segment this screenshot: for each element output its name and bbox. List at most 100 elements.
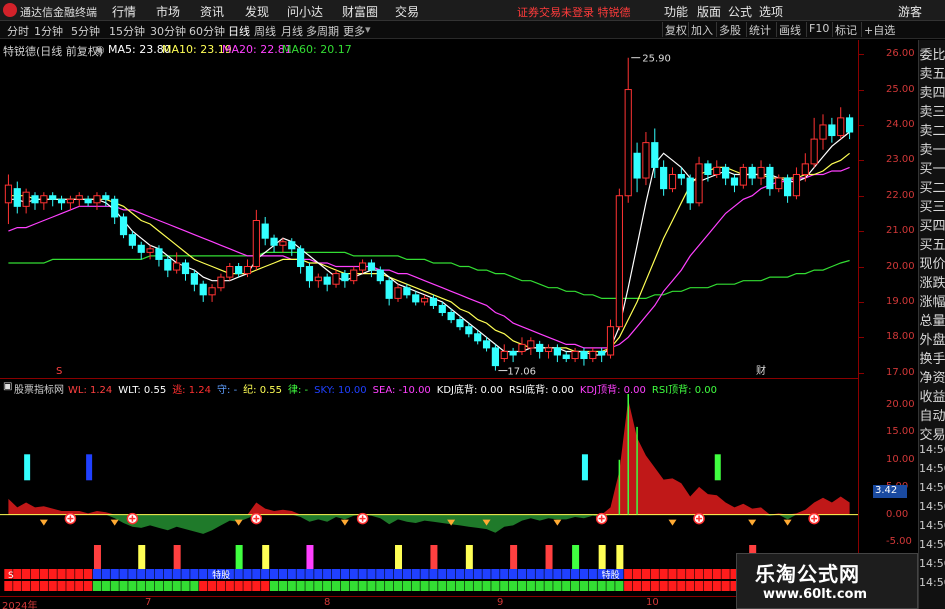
side-panel-item[interactable]: 涨跌 [919,272,945,291]
side-panel-item[interactable]: 14:50 [919,557,945,570]
candle-body [261,223,269,239]
price-tick-mark [859,54,864,56]
price-tick: 25.00 [886,83,915,95]
price-tick-mark [859,301,864,303]
adjust-button[interactable]: 复权 [662,22,689,37]
candle-body [810,138,818,165]
period-daily[interactable]: 日线 [228,23,250,39]
candle-body [580,350,588,360]
candlestick-chart[interactable]: 25.90 17.06 财 S [0,40,858,378]
sub-toggle-icon[interactable]: ▣ [3,381,12,392]
side-panel-item[interactable]: 14:50 [919,443,945,456]
multi-stock-button[interactable]: 多股 [716,22,743,37]
add-favorite-button[interactable]: +自选 [861,22,897,37]
add-button[interactable]: 加入 [688,22,715,37]
period-60min[interactable]: 60分钟 [189,23,225,39]
candle-body [358,262,367,271]
period-toolbar: 分时 1分钟 5分钟 15分钟 30分钟 60分钟 日线 周线 月线 多周期 更… [0,21,945,39]
candle-body [792,173,801,197]
draw-line-button[interactable]: 画线 [776,22,803,37]
period-multi[interactable]: 多周期 [306,23,339,39]
side-panel-item[interactable]: 14:50 [919,481,945,494]
side-panel-item[interactable]: 卖五 [919,63,945,82]
candle-body [757,166,765,179]
more-chevron-icon[interactable]: ▾ [365,23,371,36]
candle-body [394,287,402,299]
period-30min[interactable]: 30分钟 [150,23,186,39]
login-warning[interactable]: 证券交易未登录 特锐德 [517,4,631,20]
menu-function[interactable]: 功能 [664,3,688,20]
date-tick: 8 [324,597,331,608]
side-panel-item[interactable]: 卖四 [919,82,945,101]
candle-body [181,262,190,275]
menu-market[interactable]: 市场 [156,3,180,20]
side-panel-item[interactable]: 买五 [919,234,945,253]
side-panel-item[interactable]: 收益 [919,386,945,405]
candle-body [730,177,739,186]
candle-body [651,142,659,168]
watermark-title: 乐淘公式网 [755,562,860,586]
menu-ask[interactable]: 问小达 [287,3,323,20]
side-panel-item[interactable]: 14:50 [919,500,945,513]
candle-body [190,273,198,285]
date-tick: 10 [646,597,659,608]
low-marker-label: 17.06 [507,367,536,378]
side-panel-item[interactable]: 卖一 [919,139,945,158]
side-panel-item[interactable]: 自动 [919,405,945,424]
f10-button[interactable]: F10 [806,22,831,37]
period-monthly[interactable]: 月线 [281,23,303,39]
side-panel-item[interactable]: 委比 [919,44,945,63]
side-panel-item[interactable]: 交易 [919,424,945,443]
title-bar: 通达信金融终端 行情 市场 资讯 发现 问小达 财富圈 交易 证券交易未登录 特… [0,0,945,21]
candle-body [491,347,500,367]
side-panel-item[interactable]: 14:50 [919,538,945,551]
menu-quotes[interactable]: 行情 [112,3,136,20]
side-panel-item[interactable]: 14:50 [919,519,945,532]
period-weekly[interactable]: 周线 [254,23,276,39]
indicator-chart[interactable]: 特股 特股 S [0,394,858,596]
candle-body [297,248,305,268]
menu-options[interactable]: 选项 [759,3,783,20]
candle-body [119,216,128,236]
side-panel-item[interactable]: 买二 [919,177,945,196]
side-panel-item[interactable]: 换手 [919,348,945,367]
menu-layout[interactable]: 版面 [697,3,721,20]
side-panel-item[interactable]: 买三 [919,196,945,215]
ma10-line [8,152,850,353]
price-axis: 26.00 25.00 24.00 23.00 22.00 21.00 20.00 19.00… [858,40,918,379]
side-panel-item[interactable]: 涨幅 [919,291,945,310]
menu-discover[interactable]: 发现 [245,3,269,20]
period-1min[interactable]: 1分钟 [34,23,63,39]
menu-news[interactable]: 资讯 [200,3,224,20]
candle-body [438,304,446,314]
price-tick: 17.00 [886,366,915,378]
menu-wealth[interactable]: 财富圈 [342,3,378,20]
candle-body [84,198,92,204]
stats-button[interactable]: 统计 [746,22,773,37]
period-tick[interactable]: 分时 [7,23,29,39]
menu-formula[interactable]: 公式 [728,3,752,20]
candle-body [845,117,854,133]
menu-trade[interactable]: 交易 [395,3,419,20]
candle-body [22,191,30,207]
period-15min[interactable]: 15分钟 [109,23,145,39]
side-panel-item[interactable]: 净资 [919,367,945,386]
price-tick-mark [859,372,864,374]
guest-label[interactable]: 游客 [898,3,922,20]
side-panel-item[interactable]: 买四 [919,215,945,234]
side-panel-item[interactable]: 卖三 [919,101,945,120]
side-panel-item[interactable]: 外盘 [919,329,945,348]
price-tick: 23.00 [886,154,915,166]
side-panel-item[interactable]: 14:50 [919,576,945,589]
side-panel-item[interactable]: 现价 [919,253,945,272]
candle-body [288,241,296,250]
side-panel-item[interactable]: 总量 [919,310,945,329]
mark-button[interactable]: 标记 [832,22,859,37]
side-panel-item[interactable]: 14:50 [919,462,945,475]
side-panel-item[interactable]: 卖二 [919,120,945,139]
side-panel-item[interactable]: 买一 [919,158,945,177]
period-5min[interactable]: 5分钟 [71,23,100,39]
candle-body [173,262,181,271]
candle-body [668,173,677,190]
period-more[interactable]: 更多 [343,23,365,39]
